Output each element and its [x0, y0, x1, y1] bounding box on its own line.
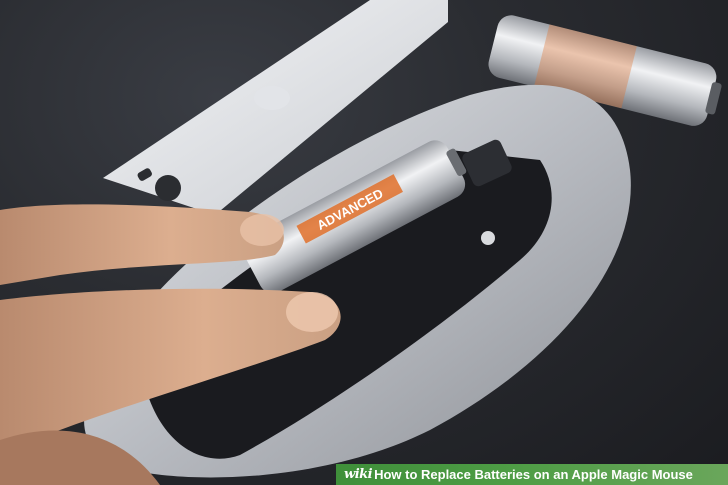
wikihow-caption-bar: wiki How to Replace Batteries on an Appl…	[336, 464, 728, 485]
cover-hole	[155, 175, 181, 201]
wikihow-logo: wiki	[344, 467, 373, 482]
apple-logo-icon	[254, 86, 290, 110]
battery-contact	[481, 231, 495, 245]
caption-title: How to Replace Batteries on an Apple Mag…	[374, 467, 693, 482]
fingernail	[240, 214, 284, 246]
thumbnail	[286, 292, 338, 332]
photo-scene: ADVANCED wiki How to Replace Batteries o…	[0, 0, 728, 485]
photo-illustration: ADVANCED	[0, 0, 722, 485]
